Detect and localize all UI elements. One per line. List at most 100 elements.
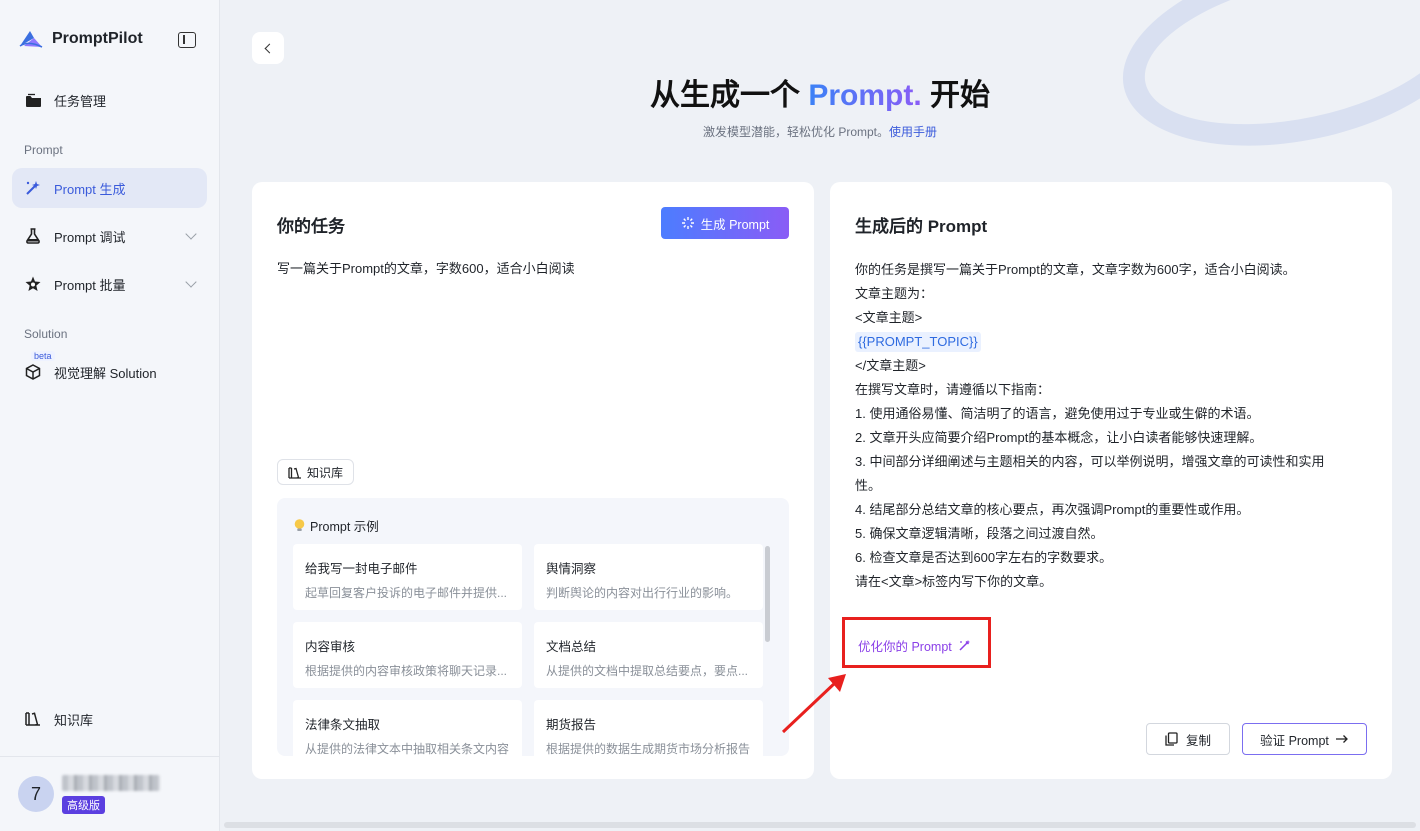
- section-label-prompt: Prompt: [24, 143, 63, 157]
- task-input[interactable]: 写一篇关于Prompt的文章，字数600，适合小白阅读: [277, 258, 575, 277]
- prompt-line: 5. 确保文章逻辑清晰，段落之间过渡自然。: [855, 526, 1104, 541]
- generate-button-label: 生成 Prompt: [700, 217, 770, 232]
- title-accent: Prompt.: [808, 79, 922, 112]
- verify-button-label: 验证 Prompt: [1260, 733, 1329, 748]
- magic-wand-icon: [24, 179, 42, 197]
- example-desc: 根据提供的数据生成期货市场分析报告: [546, 742, 751, 756]
- title-suffix: 开始: [921, 79, 991, 112]
- sidebar-item-label: Prompt 调试: [54, 229, 126, 245]
- example-card[interactable]: 给我写一封电子邮件 起草回复客户投诉的电子邮件并提供...: [293, 544, 522, 610]
- optimize-link-label: 优化你的 Prompt: [858, 640, 952, 654]
- lightbulb-icon: [294, 519, 305, 531]
- example-desc: 从提供的法律文本中抽取相关条文内容: [305, 742, 510, 756]
- generate-prompt-button[interactable]: 生成 Prompt: [661, 207, 789, 239]
- copy-button[interactable]: 复制: [1146, 723, 1230, 755]
- user-name-redacted: [62, 775, 160, 791]
- brand-name: PromptPilot: [52, 30, 143, 47]
- subtitle-text: 激发模型潜能，轻松优化 Prompt。: [702, 125, 889, 139]
- horizontal-scrollbar[interactable]: [224, 822, 1416, 828]
- prompt-line: 6. 检查文章是否达到600字左右的字数要求。: [855, 550, 1113, 565]
- example-card[interactable]: 舆情洞察 判断舆论的内容对出行行业的影响。: [534, 544, 763, 610]
- sidebar-divider: [0, 756, 220, 757]
- prompt-line: {{PROMPT_TOPIC}}: [855, 330, 1367, 354]
- examples-scrollbar[interactable]: [765, 546, 770, 642]
- batch-star-icon: [24, 275, 42, 293]
- example-title: 法律条文抽取: [305, 718, 381, 732]
- prompt-line: 性。: [855, 478, 882, 493]
- example-title: 文档总结: [546, 640, 597, 654]
- chevron-left-icon: [264, 43, 275, 53]
- example-desc: 根据提供的内容审核政策将聊天记录...: [305, 664, 508, 678]
- prompt-examples-panel: Prompt 示例 给我写一封电子邮件 起草回复客户投诉的电子邮件并提供... …: [277, 498, 789, 756]
- sidebar-item-visual-solution[interactable]: 视觉理解 Solution: [12, 352, 207, 392]
- examples-title: Prompt 示例: [293, 516, 379, 535]
- sidebar-item-knowledge-base[interactable]: 知识库: [12, 699, 207, 739]
- example-desc: 起草回复客户投诉的电子邮件并提供...: [305, 586, 508, 600]
- prompt-line: 3. 中间部分详细阐述与主题相关的内容，可以举例说明，增强文章的可读性和实用: [855, 454, 1325, 469]
- books-icon: [288, 466, 301, 479]
- knowledge-chip-label: 知识库: [307, 465, 344, 480]
- arrow-right-icon: [1335, 735, 1348, 743]
- prompt-line: 在撰写文章时，请遵循以下指南：: [855, 382, 1051, 397]
- task-card-title: 你的任务: [277, 217, 345, 236]
- sidebar-item-label: 任务管理: [54, 93, 107, 109]
- prompt-line: 4. 结尾部分总结文章的核心要点，再次强调Prompt的重要性或作用。: [855, 502, 1250, 517]
- page-title: 从生成一个 Prompt. 开始: [220, 70, 1420, 114]
- example-title: 期货报告: [546, 718, 597, 732]
- avatar[interactable]: 7: [18, 776, 54, 812]
- sparkle-icon: [681, 217, 694, 229]
- sidebar-collapse-icon[interactable]: [178, 32, 196, 48]
- optimize-prompt-link[interactable]: 优化你的 Prompt: [858, 636, 971, 655]
- magic-pen-icon: [959, 640, 970, 651]
- annotation-arrow-icon: [781, 674, 846, 734]
- chevron-down-icon: [185, 228, 197, 240]
- sidebar: PromptPilot 任务管理 Prompt Prompt 生成 Prompt…: [0, 0, 220, 831]
- brand-logo-icon: [19, 31, 43, 48]
- template-variable: {{PROMPT_TOPIC}}: [855, 332, 981, 352]
- prompt-line: 1. 使用通俗易懂、简洁明了的语言，避免使用过于专业或生僻的术语。: [855, 406, 1260, 421]
- chevron-down-icon: [185, 276, 197, 288]
- sidebar-item-label: 视觉理解 Solution: [54, 365, 157, 381]
- copy-icon: [1165, 732, 1178, 746]
- books-icon: [24, 710, 42, 728]
- sidebar-item-prompt-debug[interactable]: Prompt 调试: [12, 216, 207, 256]
- highlight-box: 优化你的 Prompt: [842, 617, 991, 668]
- prompt-line: </文章主题>: [855, 358, 926, 373]
- verify-prompt-button[interactable]: 验证 Prompt: [1242, 723, 1367, 755]
- back-button[interactable]: [252, 32, 284, 64]
- cube-icon: [24, 363, 42, 381]
- flask-icon: [24, 227, 42, 245]
- example-title: 舆情洞察: [546, 562, 597, 576]
- sidebar-item-prompt-generate[interactable]: Prompt 生成: [12, 168, 207, 208]
- plan-badge: 高级版: [62, 796, 105, 814]
- example-card[interactable]: 法律条文抽取 从提供的法律文本中抽取相关条文内容: [293, 700, 522, 756]
- title-prefix: 从生成一个: [649, 79, 809, 112]
- result-card: 生成后的 Prompt 你的任务是撰写一篇关于Prompt的文章，文章字数为60…: [830, 182, 1392, 779]
- section-label-solution: Solution: [24, 327, 68, 341]
- main-content: 从生成一个 Prompt. 开始 激发模型潜能，轻松优化 Prompt。使用手册…: [220, 0, 1420, 831]
- generated-prompt-text: 你的任务是撰写一篇关于Prompt的文章，文章字数为600字，适合小白阅读。 文…: [855, 258, 1367, 594]
- sidebar-item-label: 知识库: [54, 712, 94, 728]
- knowledge-base-chip[interactable]: 知识库: [277, 459, 355, 485]
- example-card[interactable]: 文档总结 从提供的文档中提取总结要点，要点...: [534, 622, 763, 688]
- example-card[interactable]: 期货报告 根据提供的数据生成期货市场分析报告: [534, 700, 763, 756]
- manual-link[interactable]: 使用手册: [889, 125, 937, 139]
- folder-icon: [24, 91, 42, 109]
- example-card[interactable]: 内容审核 根据提供的内容审核政策将聊天记录...: [293, 622, 522, 688]
- brand[interactable]: PromptPilot: [18, 28, 143, 50]
- prompt-line: 你的任务是撰写一篇关于Prompt的文章，文章字数为600字，适合小白阅读。: [855, 262, 1296, 277]
- sidebar-item-task-management[interactable]: 任务管理: [12, 80, 207, 120]
- examples-title-label: Prompt 示例: [310, 520, 379, 534]
- sidebar-item-label: Prompt 批量: [54, 277, 126, 293]
- copy-button-label: 复制: [1185, 733, 1211, 748]
- example-desc: 从提供的文档中提取总结要点，要点...: [546, 664, 749, 678]
- prompt-line: 2. 文章开头应简要介绍Prompt的基本概念，让小白读者能够快速理解。: [855, 430, 1263, 445]
- result-card-title: 生成后的 Prompt: [855, 217, 988, 236]
- prompt-line: 请在<文章>标签内写下你的文章。: [855, 574, 1053, 589]
- sidebar-item-prompt-batch[interactable]: Prompt 批量: [12, 264, 207, 304]
- sidebar-item-label: Prompt 生成: [54, 181, 126, 197]
- prompt-line: 文章主题为：: [855, 286, 934, 301]
- prompt-line: <文章主题>: [855, 310, 923, 325]
- page-subtitle: 激发模型潜能，轻松优化 Prompt。使用手册: [220, 123, 1420, 140]
- task-card: 你的任务 生成 Prompt 写一篇关于Prompt的文章，字数600，适合小白…: [252, 182, 814, 779]
